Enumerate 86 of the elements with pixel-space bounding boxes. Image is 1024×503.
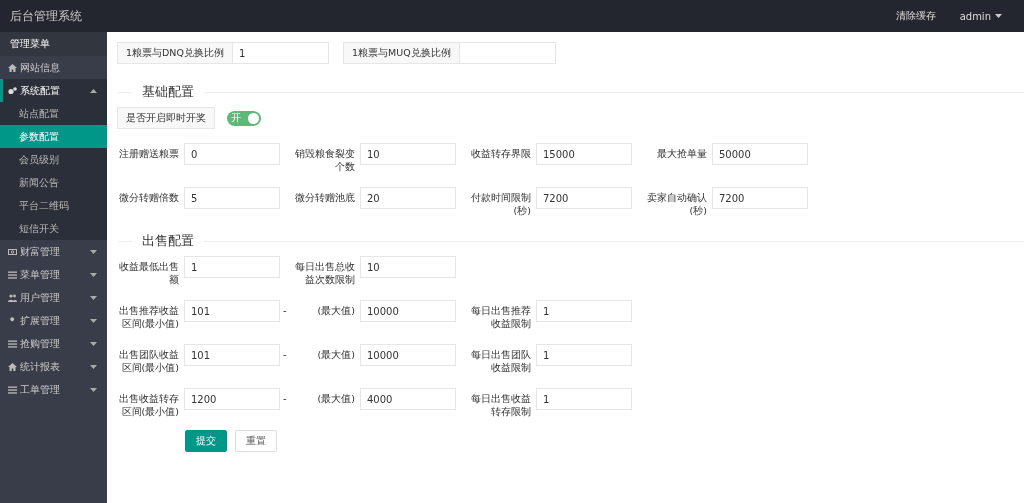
input-field[interactable] xyxy=(459,42,556,64)
menu-icon xyxy=(8,385,17,394)
range-dash: - xyxy=(283,348,287,361)
menu-icon xyxy=(8,270,17,279)
input-field[interactable]: 10000 xyxy=(360,300,456,322)
field-label: (最大值) xyxy=(316,348,355,361)
nav-subitem[interactable]: 参数配置 xyxy=(0,125,107,148)
nav-item[interactable]: 抢购管理 xyxy=(0,332,107,355)
banknote-icon xyxy=(8,247,17,256)
nav-subitem[interactable]: 短信开关 xyxy=(0,217,107,240)
field-label: 卖家自动确认(秒) xyxy=(646,191,707,217)
caret-icon xyxy=(90,88,97,93)
field-label: 收益转存界限 xyxy=(470,147,531,160)
caret-icon xyxy=(90,364,97,369)
reset-button[interactable]: 重置 xyxy=(235,430,277,452)
nav-item[interactable]: 扩展管理 xyxy=(0,309,107,332)
input-field[interactable]: 0 xyxy=(184,143,280,165)
nav-item[interactable]: 菜单管理 xyxy=(0,263,107,286)
nav-item[interactable]: 系统配置 xyxy=(0,79,107,102)
gears-icon xyxy=(8,86,17,95)
home-icon xyxy=(8,63,17,72)
field-label: 是否开启即时开奖 xyxy=(117,107,215,129)
range-dash: - xyxy=(283,304,287,317)
field-label: 微分转赠池底 xyxy=(294,191,355,204)
nav-item[interactable]: 用户管理 xyxy=(0,286,107,309)
field-label: 1粮票与DNQ兑换比例 xyxy=(117,42,233,64)
input-field[interactable]: 10 xyxy=(360,143,456,165)
caret-icon xyxy=(90,318,97,323)
header-link[interactable]: 清除缓存 xyxy=(895,9,936,23)
input-field[interactable]: 1 xyxy=(184,256,280,278)
field-label: 出售团队收益区间(最小值) xyxy=(118,348,179,374)
app-title: 后台管理系统 xyxy=(10,7,82,25)
caret-icon xyxy=(90,387,97,392)
nav-item[interactable]: 网站信息 xyxy=(0,56,107,79)
field-label: (最大值) xyxy=(316,392,355,405)
caret-icon xyxy=(90,295,97,300)
input-field[interactable]: 7200 xyxy=(712,187,808,209)
input-field[interactable]: 7200 xyxy=(536,187,632,209)
sidebar-heading: 管理菜单 xyxy=(0,32,107,56)
caret-icon xyxy=(90,249,97,254)
field-label: 1粮票与MUQ兑换比例 xyxy=(342,42,460,64)
field-label: 微分转赠倍数 xyxy=(118,191,179,204)
input-field[interactable]: 1 xyxy=(536,388,632,410)
field-label: 每日出售团队收益限制 xyxy=(470,348,531,374)
field-label: 出售推荐收益区间(最小值) xyxy=(118,304,179,330)
input-field[interactable]: 1 xyxy=(536,344,632,366)
nav-item[interactable]: 统计报表 xyxy=(0,355,107,378)
field-label: 出售收益转存区间(最小值) xyxy=(118,392,179,418)
section-title: 基础配置 xyxy=(132,84,204,100)
input-field[interactable]: 5 xyxy=(184,187,280,209)
nav-subitem[interactable]: 新闻公告 xyxy=(0,171,107,194)
field-label: 付款时间限制(秒) xyxy=(470,191,531,217)
input-field[interactable]: 10 xyxy=(360,256,456,278)
home-icon xyxy=(8,362,17,371)
caret-icon xyxy=(90,341,97,346)
input-field[interactable]: 20 xyxy=(360,187,456,209)
input-field[interactable]: 50000 xyxy=(712,143,808,165)
menu-icon xyxy=(8,339,17,348)
input-field[interactable]: 1200 xyxy=(184,388,280,410)
field-label: 注册赠送粮票 xyxy=(118,147,179,160)
nav-subitem[interactable]: 会员级别 xyxy=(0,148,107,171)
header-link[interactable]: admin xyxy=(959,9,1002,23)
field-label: 每日出售收益转存限制 xyxy=(470,392,531,418)
caret-icon xyxy=(90,272,97,277)
input-field[interactable]: 4000 xyxy=(360,388,456,410)
field-label: 销毁粮食裂变个数 xyxy=(294,147,355,173)
users-icon xyxy=(8,293,17,302)
field-label: 最大抢单量 xyxy=(656,147,707,160)
nav-subitem[interactable]: 站点配置 xyxy=(0,102,107,125)
field-label: 每日出售总收益次数限制 xyxy=(294,260,355,286)
input-field[interactable]: 1 xyxy=(232,42,329,64)
field-label: 收益最低出售额 xyxy=(118,260,179,286)
field-label: 每日出售推荐收益限制 xyxy=(470,304,531,330)
nav-item[interactable]: 工单管理 xyxy=(0,378,107,401)
section-title: 出售配置 xyxy=(132,233,204,249)
submit-button[interactable]: 提交 xyxy=(185,430,227,452)
nav-item[interactable]: 财富管理 xyxy=(0,240,107,263)
input-field[interactable]: 15000 xyxy=(536,143,632,165)
input-field[interactable]: 101 xyxy=(184,344,280,366)
input-field[interactable]: 1 xyxy=(536,300,632,322)
range-dash: - xyxy=(283,392,287,405)
caret-icon xyxy=(995,14,1002,18)
input-field[interactable]: 101 xyxy=(184,300,280,322)
nav-subitem[interactable]: 平台二维码 xyxy=(0,194,107,217)
field-label: (最大值) xyxy=(316,304,355,317)
input-field[interactable]: 10000 xyxy=(360,344,456,366)
